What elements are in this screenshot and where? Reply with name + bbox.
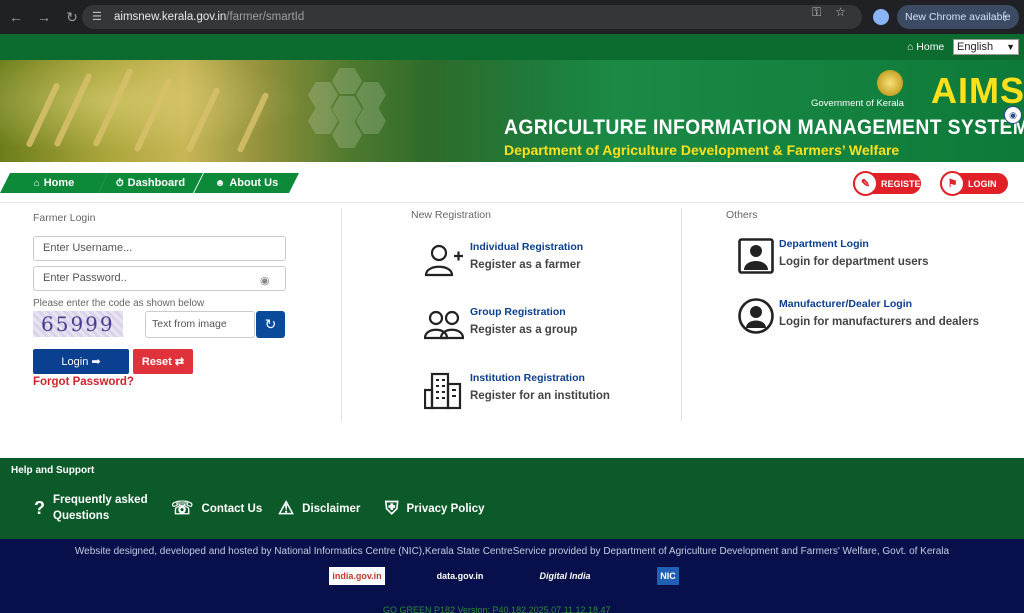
language-select[interactable]: English ▼ — [953, 39, 1019, 55]
more-options-icon[interactable]: ⋮ — [999, 9, 1011, 23]
group-registration-link[interactable]: Group Registration — [470, 306, 566, 318]
users-icon: ☻ — [214, 177, 226, 189]
tab-dashboard[interactable]: ⏱ Dashboard — [98, 173, 203, 193]
house-icon: ⌂ — [907, 41, 914, 53]
kerala-emblem — [877, 70, 903, 96]
group-icon — [424, 310, 464, 340]
contact-us-link[interactable]: ☏ Contact Us — [171, 498, 262, 519]
faq-link[interactable]: ? Frequently asked Questions — [34, 492, 148, 524]
bookmark-star-icon[interactable]: ☆ — [835, 5, 846, 20]
show-password-eye-icon[interactable]: ◉ — [260, 274, 270, 287]
faq-label: Frequently asked Questions — [53, 494, 148, 522]
captcha-image: 65999 — [33, 311, 123, 337]
institution-registration-desc: Register for an institution — [470, 390, 610, 402]
farmer-login-button[interactable]: Login ➡ — [33, 349, 129, 374]
dashboard-icon: ⏱ — [115, 177, 124, 189]
home-icon: ⌂ — [33, 177, 40, 189]
disclaimer-label: Disclaimer — [302, 502, 361, 515]
tab-about-label: About Us — [229, 177, 279, 189]
reload-icon[interactable]: ↻ — [60, 5, 84, 29]
chevron-down-icon: ▼ — [1006, 42, 1015, 52]
update-chrome-button[interactable]: New Chrome available ⋮ — [897, 5, 1019, 29]
india-gov-logo[interactable]: india.gov.in — [329, 567, 385, 585]
warning-icon: ⚠ — [278, 498, 295, 518]
department-login-link[interactable]: Department Login — [779, 238, 869, 250]
question-icon: ? — [34, 497, 45, 518]
accessibility-eye-icon[interactable]: ◉ — [1004, 106, 1022, 124]
tab-dashboard-label: Dashboard — [127, 177, 186, 189]
reset-button[interactable]: Reset ⇄ — [133, 349, 193, 374]
top-strip — [0, 34, 1024, 60]
column-divider — [681, 208, 682, 422]
farmer-login-title: Farmer Login — [33, 212, 96, 224]
data-gov-logo[interactable]: data.gov.in — [430, 567, 490, 585]
register-button[interactable]: ✎ REGISTER — [853, 171, 927, 196]
phone-icon: ☏ — [171, 498, 194, 518]
site-subtitle: Department of Agriculture Development & … — [504, 142, 900, 158]
tab-about-us[interactable]: ☻ About Us — [194, 173, 299, 193]
reset-label: Reset — [141, 355, 172, 368]
pencil-icon: ✎ — [853, 171, 878, 196]
user-circle-icon — [738, 298, 774, 334]
gov-label: Government of Kerala — [811, 98, 904, 109]
register-label: REGISTER — [881, 178, 928, 189]
top-home-link[interactable]: ⌂ Home — [907, 41, 944, 53]
group-registration-desc: Register as a group — [470, 324, 578, 336]
update-chrome-label: New Chrome available — [905, 11, 1011, 23]
department-login-desc: Login for department users — [779, 256, 929, 268]
reset-icon: ⇄ — [174, 356, 185, 368]
privacy-policy-label: Privacy Policy — [406, 502, 485, 515]
login-button[interactable]: ⚑ LOGIN — [940, 171, 1008, 196]
manufacturer-dealer-login-link[interactable]: Manufacturer/Dealer Login — [779, 298, 912, 310]
disclaimer-link[interactable]: ⚠ Disclaimer — [278, 498, 360, 519]
farmer-login-label: Login — [61, 355, 89, 368]
tab-home-label: Home — [43, 177, 75, 189]
column-divider — [341, 208, 342, 422]
profile-avatar[interactable] — [873, 9, 889, 25]
institution-registration-link[interactable]: Institution Registration — [470, 372, 585, 384]
top-home-label: Home — [916, 41, 945, 53]
site-info-icon[interactable]: ☰ — [92, 10, 106, 24]
site-title: AGRICULTURE INFORMATION MANAGEMENT SYSTE… — [504, 116, 1024, 139]
privacy-policy-link[interactable]: ⛨ Privacy Policy — [385, 498, 485, 519]
new-registration-title: New Registration — [411, 209, 491, 221]
nic-logo[interactable]: NIC — [657, 567, 679, 585]
address-bar[interactable]: ☰ aimsnew.kerala.gov.in/farmer/smartId — [82, 5, 862, 29]
help-support-section — [0, 458, 1024, 539]
captcha-hint: Please enter the code as shown below — [33, 298, 205, 309]
username-field[interactable]: Enter Username... — [33, 236, 286, 261]
user-square-icon — [738, 238, 774, 274]
refresh-icon: ↻ — [264, 316, 277, 332]
digital-india-logo[interactable]: Digital India — [535, 567, 595, 585]
individual-registration-link[interactable]: Individual Registration — [470, 241, 583, 253]
wheat-image — [0, 60, 340, 162]
help-support-title: Help and Support — [11, 465, 95, 476]
tab-home[interactable]: ⌂ Home — [0, 173, 108, 193]
refresh-captcha-button[interactable]: ↻ — [256, 311, 285, 338]
sign-in-icon: ➡ — [91, 356, 101, 368]
building-icon — [424, 372, 462, 410]
password-field[interactable]: Enter Password.. — [33, 266, 286, 291]
key-icon[interactable]: ⚿ — [812, 5, 821, 20]
forward-icon[interactable]: → — [32, 5, 56, 29]
shield-check-icon: ⛨ — [385, 498, 399, 518]
address-bar-actions: ⚿ ☆ — [812, 5, 846, 20]
lock-icon: ⚑ — [940, 171, 965, 196]
captcha-input[interactable]: Text from image — [145, 311, 255, 338]
back-icon[interactable]: ← — [4, 5, 28, 29]
url-text: aimsnew.kerala.gov.in/farmer/smartId — [114, 11, 305, 23]
language-value: English — [957, 41, 994, 53]
others-title: Others — [726, 209, 758, 221]
login-label: LOGIN — [968, 178, 997, 189]
individual-registration-desc: Register as a farmer — [470, 259, 581, 271]
contact-us-label: Contact Us — [201, 502, 263, 515]
forgot-password-link[interactable]: Forgot Password? — [33, 376, 134, 388]
version-text: GO GREEN P182 Version: P40.182.2025.07.1… — [383, 605, 611, 613]
add-user-icon — [424, 244, 463, 277]
footer-credits: Website designed, developed and hosted b… — [74, 546, 950, 557]
manufacturer-dealer-login-desc: Login for manufacturers and dealers — [779, 316, 980, 328]
